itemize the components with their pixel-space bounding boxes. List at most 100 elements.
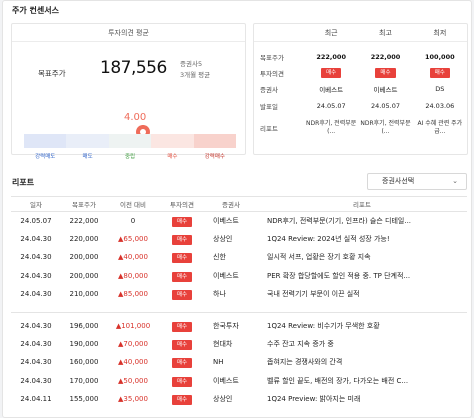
gauge-segment-buy bbox=[151, 134, 194, 148]
report-table: 일자 목표주가 이전 대비 투자의견 증권사 리포트 24.05.07 222,0… bbox=[11, 196, 467, 408]
report-date: 24.04.30 bbox=[20, 340, 52, 349]
report-target-price: 210,000 bbox=[69, 289, 99, 298]
table-row[interactable]: 24.04.11 155,000 ▲35,000 매수 상상인 1Q24 Preview:… bbox=[11, 390, 467, 408]
broker-select-dropdown[interactable]: 증권사선택 ⌄ bbox=[367, 173, 467, 190]
report-broker: 이베스트 bbox=[213, 271, 239, 280]
report-opinion-cell: 매수 bbox=[159, 353, 205, 371]
report-title-link[interactable]: 일시적 서프, 업황은 장기 호황 지속 bbox=[257, 248, 467, 266]
report-change: ▲65,000 bbox=[118, 235, 148, 244]
report-opinion: 매수 bbox=[171, 376, 193, 387]
report-title-link[interactable]: 수주 잔고 지속 증가 중 bbox=[257, 335, 467, 353]
table-row[interactable]: 24.04.30 170,000 ▲50,000 매수 이베스트 벨류 할인 끝도, 배전… bbox=[11, 372, 467, 390]
gauge-label-strong-sell: 강력매도 bbox=[35, 154, 56, 160]
col-recent: 최근 bbox=[324, 29, 338, 37]
target-price-value: 187,556 bbox=[100, 58, 167, 78]
gauge-segment-strong-buy bbox=[193, 134, 237, 148]
comparison-row-target: 목표주가 222,000 222,000 100,000 bbox=[260, 53, 455, 62]
report-title-link[interactable]: 1Q24 Review: 비수기가 무색한 호황 bbox=[257, 317, 467, 335]
report-opinion-cell: 매수 bbox=[159, 248, 205, 266]
target-price-label: 목표주가 bbox=[38, 69, 66, 78]
report-title-link[interactable]: 좁혀지는 경쟁사와의 간격 bbox=[257, 353, 467, 371]
comparison-row-report: 리포트 NDR후기, 전력부문(... NDR후기, 전력부문(... AI 수… bbox=[254, 114, 467, 142]
table-row[interactable]: 24.04.30 210,000 ▲85,000 매수 하나 국내 전력기기 부문이 이끈… bbox=[11, 285, 467, 303]
report-opinion: 매수 bbox=[171, 394, 193, 405]
gauge-label-strong-buy: 강력매수 bbox=[204, 154, 225, 160]
opinion-badge: 매수 bbox=[321, 68, 342, 78]
report-date: 24.04.30 bbox=[20, 253, 52, 262]
report-title-link[interactable]: PER 확장 합당할에도 할인 적용 중. TP 단계적... bbox=[257, 267, 467, 285]
report-broker: 한국투자 bbox=[213, 321, 239, 330]
report-target-price: 170,000 bbox=[69, 376, 99, 385]
report-change: 0 bbox=[130, 217, 136, 225]
report-broker: 상상인 bbox=[213, 235, 233, 244]
report-opinion-cell: 매수 bbox=[159, 230, 205, 248]
comparison-row-broker: 증권사 이베스트 이베스트 DS bbox=[260, 84, 445, 94]
col-lowest: 최저 bbox=[433, 29, 447, 37]
report-broker: 상상인 bbox=[213, 394, 233, 403]
report-opinion-cell: 매수 bbox=[159, 267, 205, 285]
col-highest: 최고 bbox=[379, 29, 392, 37]
report-target-price: 200,000 bbox=[69, 271, 99, 280]
report-opinion: 매수 bbox=[171, 321, 193, 332]
report-table-header: 일자 목표주가 이전 대비 투자의견 증권사 리포트 bbox=[11, 196, 467, 212]
report-opinion: 매수 bbox=[171, 253, 193, 264]
report-change: ▲50,000 bbox=[118, 376, 148, 385]
report-date: 24.04.30 bbox=[20, 376, 52, 385]
report-target-price: 200,000 bbox=[69, 253, 99, 262]
report-title-link[interactable]: NDR후기, 전력부문(기기, 인프라) 슬슨 디테일... bbox=[257, 212, 467, 230]
table-row[interactable]: 24.04.30 190,000 ▲70,000 매수 현대차 수주 잔고 지속 증가 중 bbox=[11, 335, 467, 353]
broker-count: 증권사5 bbox=[180, 60, 203, 68]
report-target-price: 220,000 bbox=[69, 235, 99, 244]
report-target-price: 196,000 bbox=[69, 321, 99, 330]
report-date: 24.05.07 bbox=[20, 217, 52, 225]
table-row[interactable]: 24.04.30 200,000 ▲40,000 매수 신한 일시적 서프, 업황은 장기… bbox=[11, 248, 467, 266]
report-date: 24.04.30 bbox=[20, 271, 52, 280]
report-opinion-cell: 매수 bbox=[159, 390, 205, 408]
report-date: 24.04.30 bbox=[20, 358, 52, 367]
report-title-link[interactable]: 1Q24 Preview: 밝아지는 미래 bbox=[257, 390, 467, 408]
report-opinion-cell: 매수 bbox=[159, 372, 205, 390]
report-target-price: 190,000 bbox=[69, 340, 99, 349]
report-title-link[interactable]: 1Q24 Review: 2024년 실적 성장 가능! bbox=[257, 230, 467, 248]
report-opinion: 매수 bbox=[171, 271, 193, 282]
report-opinion: 매수 bbox=[171, 358, 193, 369]
table-row[interactable]: 24.04.30 220,000 ▲65,000 매수 상상인 1Q24 Review: … bbox=[11, 230, 467, 248]
report-date: 24.04.30 bbox=[20, 289, 52, 298]
report-link[interactable]: NDR후기, 전력부문(... bbox=[358, 120, 412, 136]
report-opinion: 매수 bbox=[171, 235, 193, 246]
report-group-1: 24.05.07 222,000 0 매수 이베스트 NDR후기, 전력부문(기기, 인프… bbox=[11, 212, 467, 303]
table-row[interactable]: 24.04.30 200,000 ▲80,000 매수 이베스트 PER 확장 합당할에도… bbox=[11, 267, 467, 285]
report-opinion-cell: 매수 bbox=[159, 285, 205, 303]
opinion-badge: 매수 bbox=[429, 68, 450, 78]
comparison-header: 최근 최고 최저 bbox=[254, 24, 467, 42]
report-broker: 현대차 bbox=[213, 340, 233, 349]
consensus-panel: 주가 컨센서스 투자의견 평균 목표주가 187,556 증권사5 3개월 평균… bbox=[2, 0, 472, 418]
table-row[interactable]: 24.04.30 160,000 ▲40,000 매수 NH 좁혀지는 경쟁사와의 간격 bbox=[11, 353, 467, 371]
report-broker: 이베스트 bbox=[213, 217, 239, 225]
report-link[interactable]: AI 수혜 관련 주가 급... bbox=[413, 120, 467, 136]
broker-select-label: 증권사선택 bbox=[382, 177, 415, 185]
report-title-link[interactable]: 벨류 할인 끝도, 배전의 장가, 다가오는 배전 C... bbox=[257, 372, 467, 390]
report-section-title: 리포트 bbox=[12, 178, 35, 187]
report-title-link[interactable]: 국내 전력기기 부문이 이끈 실적 bbox=[257, 285, 467, 303]
gauge-segment-neutral bbox=[108, 134, 152, 148]
report-opinion: 매수 bbox=[171, 289, 193, 300]
gauge-label-sell: 매도 bbox=[82, 154, 93, 160]
report-target-price: 155,000 bbox=[69, 394, 99, 403]
average-period: 3개월 평균 bbox=[180, 71, 211, 79]
table-row[interactable]: 24.05.07 222,000 0 매수 이베스트 NDR후기, 전력부문(기기, 인프… bbox=[11, 212, 467, 230]
report-target-price: 160,000 bbox=[69, 358, 99, 367]
report-change: ▲40,000 bbox=[118, 358, 148, 367]
report-date: 24.04.11 bbox=[20, 394, 52, 403]
report-broker: 신한 bbox=[213, 253, 226, 262]
opinion-badge: 매수 bbox=[375, 68, 396, 78]
report-target-price: 222,000 bbox=[69, 217, 99, 225]
table-row[interactable]: 24.04.30 196,000 ▲101,000 매수 한국투자 1Q24 Review… bbox=[11, 317, 467, 335]
report-change: ▲80,000 bbox=[118, 271, 148, 280]
section-title: 주가 컨센서스 bbox=[12, 6, 59, 15]
report-broker: 하나 bbox=[213, 289, 226, 298]
chevron-down-icon: ⌄ bbox=[452, 177, 458, 185]
report-date: 24.04.30 bbox=[20, 321, 52, 330]
report-opinion-cell: 매수 bbox=[159, 212, 205, 230]
report-link[interactable]: NDR후기, 전력부문(... bbox=[304, 120, 358, 136]
